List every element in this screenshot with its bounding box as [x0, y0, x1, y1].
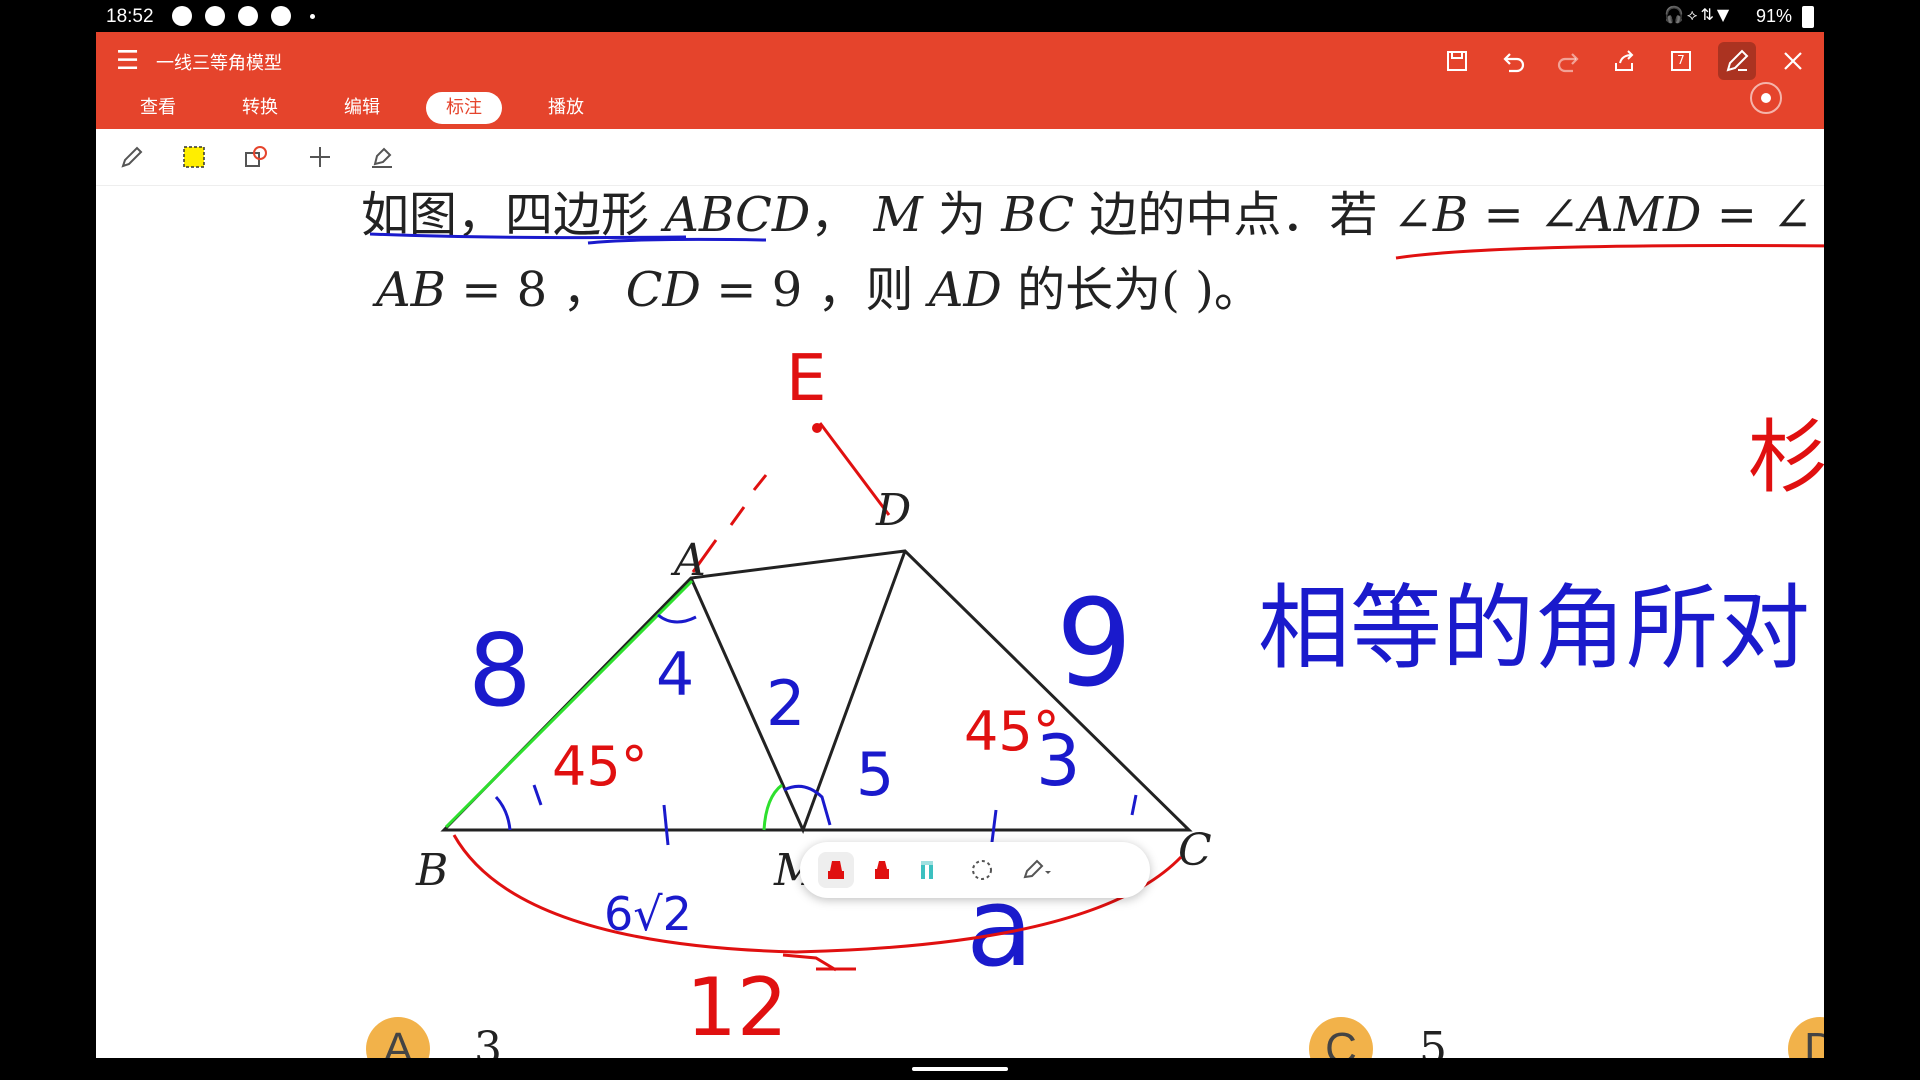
notification-icon	[238, 6, 258, 26]
pen-toolbar	[800, 842, 1150, 898]
ink-9: 9	[1056, 575, 1132, 714]
ink-E: E	[786, 342, 826, 416]
marker-icon	[875, 861, 889, 879]
system-icons: 🎧⟡⇅▼	[1664, 5, 1733, 24]
lasso-icon	[972, 860, 992, 880]
navigation-handle[interactable]	[912, 1067, 1008, 1071]
label-B: B	[415, 845, 448, 896]
redo-button[interactable]	[1550, 42, 1588, 80]
undo-button[interactable]	[1494, 42, 1532, 80]
pen-icon	[1726, 49, 1749, 72]
battery-icon	[1802, 6, 1814, 28]
tab-edit[interactable]: 编辑	[324, 92, 400, 124]
tab-annotate[interactable]: 标注	[426, 92, 502, 124]
ink-4: 4	[656, 640, 694, 710]
notification-icon	[172, 6, 192, 26]
record-button[interactable]	[1750, 82, 1782, 114]
save-icon	[1447, 51, 1467, 71]
ink-5: 5	[856, 740, 894, 810]
add-tool[interactable]	[304, 141, 336, 173]
ink-45-left: 45°	[552, 735, 648, 798]
ink-8: 8	[468, 612, 532, 729]
tab-bar: 查看 转换 编辑 标注 播放	[120, 92, 604, 124]
page-indicator[interactable]: 7	[1662, 42, 1700, 80]
close-icon	[1784, 52, 1802, 70]
signature-pen-icon	[372, 147, 392, 168]
label-C: C	[1178, 825, 1212, 876]
green-angle-mark	[762, 783, 783, 831]
marker-tool[interactable]	[864, 852, 900, 888]
tab-play[interactable]: 播放	[528, 92, 604, 124]
share-icon	[1615, 50, 1634, 71]
label-D: D	[875, 485, 911, 536]
notification-icon	[271, 6, 291, 26]
status-time: 18:52	[106, 6, 154, 27]
label-A: A	[670, 535, 706, 586]
eraser-tool[interactable]	[1018, 852, 1054, 888]
highlighter-pen-tool[interactable]	[910, 852, 946, 888]
top-actions: 7	[1438, 42, 1812, 80]
save-button[interactable]	[1438, 42, 1476, 80]
app-window: ☰ 一线三等角模型 查看 转换 编辑 标注 播放 7 如图，四边形 ABCD， …	[96, 32, 1824, 1058]
menu-icon[interactable]: ☰	[116, 46, 139, 76]
red-pen-icon	[828, 861, 844, 879]
ink-45-right: 45°	[964, 700, 1060, 763]
figure-and-ink: A D B M C 8 4 2 5 3 9 6√2 a 相等的角所对 E 45°…	[369, 232, 1824, 1054]
pencil-icon	[121, 146, 143, 168]
more-notifications-icon	[310, 14, 315, 19]
ink-partial-char: 杉	[1748, 411, 1824, 504]
redo-icon	[1557, 53, 1579, 73]
pen-mode-button[interactable]	[1718, 42, 1756, 80]
highlight-square-icon	[183, 146, 205, 168]
red-underline	[1395, 244, 1824, 260]
highlighter-icon	[921, 861, 933, 879]
ink-note: 相等的角所对	[1258, 575, 1810, 682]
document-canvas[interactable]: 如图，四边形 ABCD， M 为 BC 边的中点．若 ∠B = ∠AMD = ∠…	[96, 185, 1824, 1058]
tab-view[interactable]: 查看	[120, 92, 196, 124]
ink-12: 12	[686, 961, 788, 1054]
document-title: 一线三等角模型	[156, 53, 282, 74]
eraser-icon	[1023, 859, 1051, 879]
status-bar: 18:52 🎧⟡⇅▼ 91%	[0, 0, 1920, 32]
title-bar: ☰ 一线三等角模型 查看 转换 编辑 标注 播放 7	[96, 32, 1824, 129]
tab-convert[interactable]: 转换	[222, 92, 298, 124]
ink-2: 2	[766, 667, 805, 740]
page-number: 7	[1677, 53, 1685, 67]
shape-tool[interactable]	[240, 141, 272, 173]
shapes-icon	[245, 146, 267, 167]
close-button[interactable]	[1774, 42, 1812, 80]
battery-percent: 91%	[1756, 6, 1793, 26]
lasso-tool[interactable]	[964, 852, 1000, 888]
pencil-tool[interactable]	[116, 141, 148, 173]
highlighter-tool[interactable]	[178, 141, 210, 173]
plus-icon	[310, 147, 330, 167]
share-button[interactable]	[1606, 42, 1644, 80]
signature-tool[interactable]	[366, 141, 398, 173]
blue-underline	[587, 237, 767, 245]
undo-icon	[1503, 53, 1525, 73]
red-pen-tool[interactable]	[818, 852, 854, 888]
blue-underline	[369, 232, 687, 240]
choice-A-value: 3	[474, 1023, 502, 1058]
notification-icon	[205, 6, 225, 26]
point-E-dot	[812, 423, 822, 433]
choice-C-value: 5	[1419, 1023, 1447, 1058]
